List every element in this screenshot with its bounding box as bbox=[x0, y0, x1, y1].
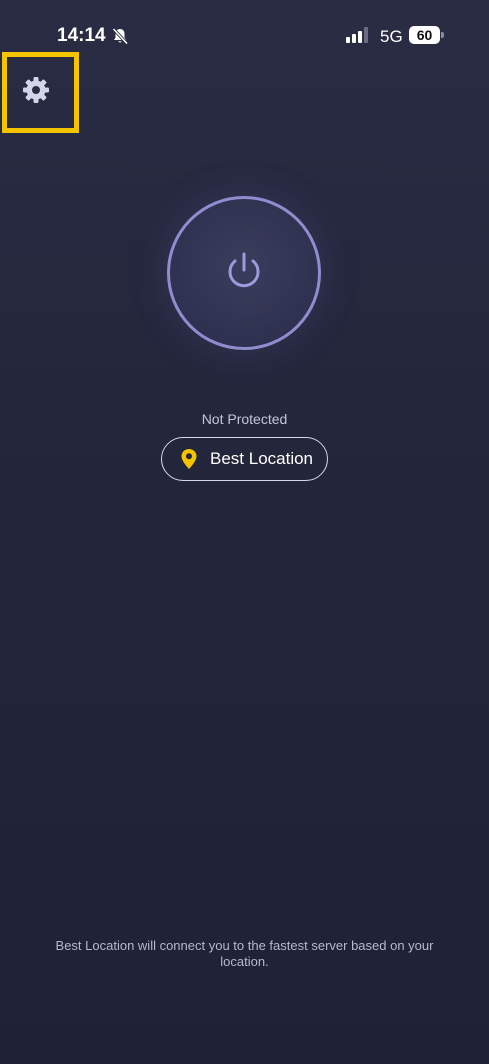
signal-bars-icon bbox=[346, 27, 372, 48]
power-button[interactable] bbox=[167, 196, 321, 350]
gear-icon bbox=[21, 75, 51, 110]
location-label: Best Location bbox=[210, 449, 314, 468]
status-bar: 14:14 5G 60 bbox=[0, 0, 489, 56]
settings-button[interactable] bbox=[18, 74, 54, 110]
status-time: 14:14 bbox=[57, 25, 106, 46]
location-button[interactable]: Best Location bbox=[161, 437, 328, 481]
map-pin-icon bbox=[180, 448, 198, 470]
battery-tip bbox=[441, 32, 444, 38]
network-label: 5G bbox=[380, 27, 403, 46]
power-icon bbox=[221, 248, 267, 299]
connection-status: Not Protected bbox=[201, 411, 288, 427]
footer-note: Best Location will connect you to the fa… bbox=[55, 938, 434, 969]
battery-icon: 60 bbox=[409, 26, 440, 44]
bell-slash-icon bbox=[111, 27, 129, 50]
